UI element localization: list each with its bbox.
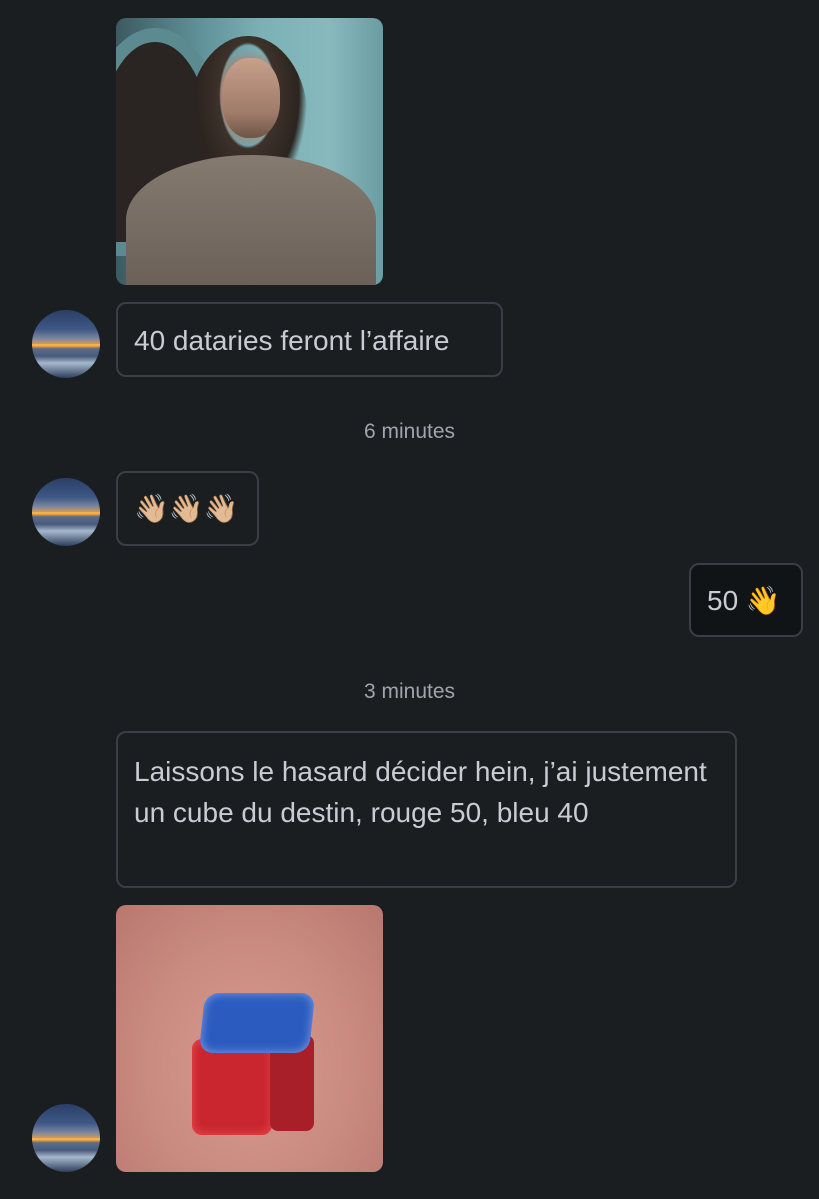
contact-avatar[interactable] — [32, 478, 100, 546]
image-message-jedi[interactable] — [116, 18, 383, 285]
chat-screen: 40 dataries feront l’affaire 6 minutes 👋… — [0, 0, 819, 1199]
dice-blue-face — [198, 993, 316, 1053]
incoming-message-bubble[interactable]: 👋🏼👋🏼👋🏼 — [116, 471, 259, 546]
message-text: 👋🏼👋🏼👋🏼 — [134, 493, 239, 524]
message-text: 40 dataries feront l’affaire — [134, 325, 450, 356]
outgoing-message-bubble[interactable]: 50 👋 — [689, 563, 803, 637]
incoming-message-bubble[interactable]: 40 dataries feront l’affaire — [116, 302, 503, 377]
message-text: 50 👋 — [707, 585, 781, 616]
image-robe — [126, 155, 376, 285]
incoming-message-bubble[interactable]: Laissons le hasard décider hein, j’ai ju… — [116, 731, 737, 888]
image-face — [222, 58, 280, 138]
dice-red-face — [192, 1039, 272, 1135]
message-text: Laissons le hasard décider hein, j’ai ju… — [134, 756, 707, 828]
image-dice — [192, 993, 316, 1143]
timestamp-divider: 3 minutes — [363, 680, 456, 703]
contact-avatar[interactable] — [32, 1104, 100, 1172]
contact-avatar[interactable] — [32, 310, 100, 378]
image-message-dice[interactable] — [116, 905, 383, 1172]
timestamp-divider: 6 minutes — [363, 420, 456, 443]
